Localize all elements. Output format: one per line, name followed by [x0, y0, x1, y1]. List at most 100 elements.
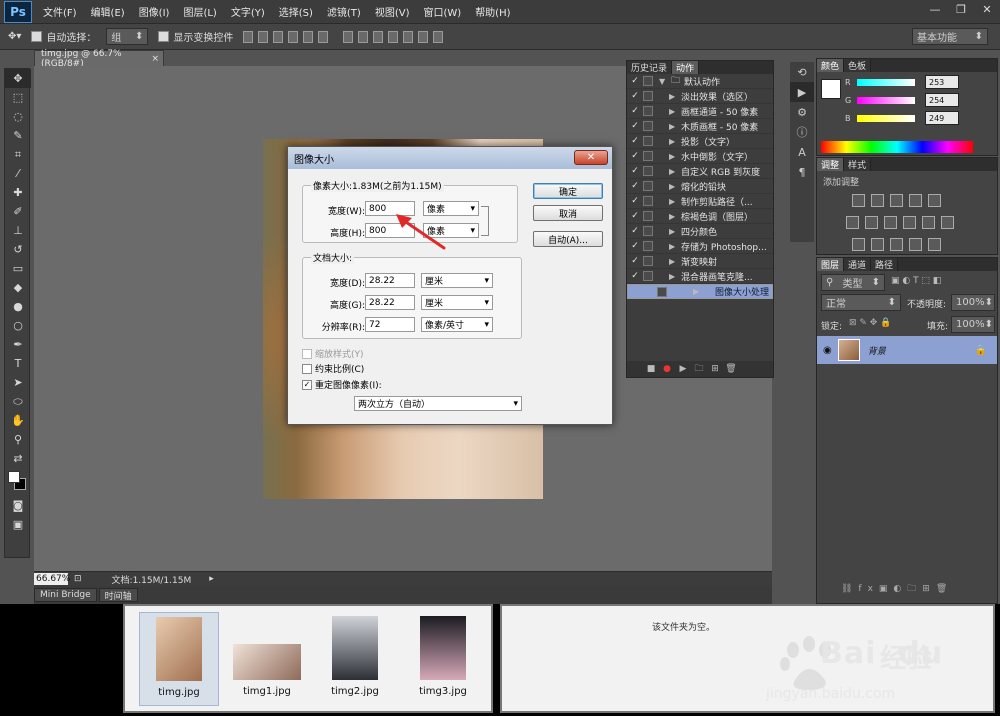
color-spectrum[interactable] — [821, 141, 973, 153]
photo-filter-icon[interactable] — [903, 216, 916, 229]
align-vcenter-icon[interactable] — [258, 30, 269, 43]
hand-tool-icon[interactable]: ✋ — [5, 411, 31, 430]
menu-layer[interactable]: 图层(L) — [176, 4, 223, 19]
align-right-icon[interactable] — [318, 30, 329, 43]
layer-kind-filter[interactable]: ⚲ 类型 ⬍ — [821, 274, 885, 291]
doc-width-unit-select[interactable]: 厘米 ▾ — [421, 273, 493, 288]
tab-channels[interactable]: 通道 — [844, 258, 872, 271]
action-item[interactable]: ✓ ▶ 渐变映射 — [627, 254, 773, 269]
bucket-tool-icon[interactable]: ◆ — [5, 278, 31, 297]
doc-height-input[interactable]: 28.22 — [365, 295, 415, 310]
check-icon[interactable]: ✓ — [627, 181, 643, 191]
action-item[interactable]: ✓ ▶ 棕褐色调（图层） — [627, 209, 773, 224]
action-item[interactable]: ✓ ▶ 水中倒影（文字） — [627, 149, 773, 164]
pen-tool-icon[interactable]: ✒ — [5, 335, 31, 354]
actions-icon[interactable]: ▶ — [790, 82, 814, 102]
chevron-right-icon[interactable]: ▶ — [669, 92, 681, 101]
tab-timeline[interactable]: 时间轴 — [98, 588, 138, 602]
close-button[interactable]: ✕ — [974, 0, 1000, 18]
record-icon[interactable]: ● — [659, 363, 675, 375]
b-value[interactable]: 249 — [925, 111, 959, 125]
foreground-color-swatch[interactable] — [821, 79, 841, 99]
action-item[interactable]: ✓ ▶ 制作剪贴路径（... — [627, 194, 773, 209]
menu-select[interactable]: 选择(S) — [272, 4, 320, 19]
type-tool-icon[interactable]: T — [5, 354, 31, 373]
menu-image[interactable]: 图像(I) — [132, 4, 177, 19]
distribute-left-icon[interactable] — [388, 30, 399, 43]
history-icon[interactable]: ⟲ — [790, 62, 814, 82]
curves-icon[interactable] — [890, 194, 903, 207]
vibrance-icon[interactable] — [928, 194, 941, 207]
distribute-right-icon[interactable] — [418, 30, 429, 43]
minimize-button[interactable]: — — [922, 0, 948, 18]
gradient-map-icon[interactable] — [909, 238, 922, 251]
color-swatch-icon[interactable] — [5, 468, 31, 496]
chevron-right-icon[interactable]: ▶ — [669, 242, 681, 251]
doc-info-icon[interactable]: ⊡ — [74, 574, 82, 584]
crop-tool-icon[interactable]: ⌗ — [5, 145, 31, 164]
eye-icon[interactable]: ◉ — [823, 345, 832, 356]
blend-mode-dropdown[interactable]: 正常 ⬍ — [821, 294, 901, 311]
dialog-toggle[interactable] — [643, 271, 653, 281]
scale-styles-checkbox[interactable] — [302, 348, 312, 359]
cancel-button[interactable]: 取消 — [533, 205, 603, 221]
chevron-right-icon[interactable]: ▶ — [669, 167, 681, 176]
action-item[interactable]: ✓ ▶ 自定义 RGB 到灰度 — [627, 164, 773, 179]
selective-color-icon[interactable] — [928, 238, 941, 251]
chevron-right-icon[interactable]: ▶ — [669, 212, 681, 221]
g-value[interactable]: 254 — [925, 93, 959, 107]
character-icon[interactable]: A — [790, 142, 814, 162]
menu-view[interactable]: 视图(V) — [368, 4, 417, 19]
lasso-tool-icon[interactable]: ◌ — [5, 107, 31, 126]
check-icon[interactable]: ✓ — [627, 196, 643, 206]
align-left-icon[interactable] — [288, 30, 299, 43]
distribute-hcenter-icon[interactable] — [403, 30, 414, 43]
posterize-icon[interactable] — [871, 238, 884, 251]
tab-swatches[interactable]: 色板 — [844, 59, 872, 72]
resolution-unit-select[interactable]: 像素/英寸 ▾ — [421, 317, 493, 332]
new-set-icon[interactable]: 🗀 — [691, 363, 707, 375]
check-icon[interactable]: ✓ — [627, 91, 643, 101]
dialog-toggle[interactable] — [643, 136, 653, 146]
chevron-right-icon[interactable]: ▶ — [669, 257, 681, 266]
swap-colors-icon[interactable]: ⇄ — [5, 449, 31, 468]
threshold-icon[interactable] — [890, 238, 903, 251]
zoom-level[interactable]: 66.67% — [34, 573, 70, 585]
check-icon[interactable]: ✓ — [627, 226, 643, 236]
resolution-input[interactable]: 72 — [365, 317, 415, 332]
menu-edit[interactable]: 编辑(E) — [84, 4, 132, 19]
dialog-toggle[interactable] — [643, 106, 653, 116]
tab-color[interactable]: 颜色 — [817, 59, 845, 72]
action-item[interactable]: ✓ ▶ 画框通道 - 50 像素 — [627, 104, 773, 119]
close-icon[interactable]: × — [151, 54, 159, 64]
dialog-toggle[interactable] — [643, 91, 653, 101]
action-item[interactable]: ✓ ▶ 熔化的铅块 — [627, 179, 773, 194]
thumbnail-timg[interactable]: timg.jpg — [139, 612, 219, 706]
levels-icon[interactable] — [871, 194, 884, 207]
thumbnail-timg3[interactable]: timg3.jpg — [403, 612, 483, 706]
quick-mask-icon[interactable]: ◙ — [5, 496, 31, 515]
thumbnail-timg1[interactable]: timg1.jpg — [227, 612, 307, 706]
chevron-right-icon[interactable]: ▶ — [669, 272, 681, 281]
brush-tool-icon[interactable]: ✐ — [5, 202, 31, 221]
doc-width-input[interactable]: 28.22 — [365, 273, 415, 288]
show-transform-toggle[interactable]: 显示变换控件 — [158, 29, 233, 44]
menu-filter[interactable]: 滤镜(T) — [320, 4, 368, 19]
bw-icon[interactable] — [884, 216, 897, 229]
chevron-right-icon[interactable]: ▶ — [669, 152, 681, 161]
trash-icon[interactable]: 🗑 — [723, 363, 739, 375]
restore-button[interactable]: ❐ — [948, 0, 974, 18]
new-action-icon[interactable]: ⊞ — [707, 363, 723, 375]
tab-history[interactable]: 历史记录 — [627, 61, 673, 74]
dialog-toggle[interactable] — [643, 211, 653, 221]
chevron-right-icon[interactable]: ▶ — [669, 137, 681, 146]
fill-field[interactable]: 100% ⬍ — [951, 316, 995, 333]
paragraph-icon[interactable]: ¶ — [790, 162, 814, 182]
stamp-tool-icon[interactable]: ⊥ — [5, 221, 31, 240]
check-icon[interactable]: ✓ — [627, 271, 643, 281]
dialog-toggle[interactable] — [643, 256, 653, 266]
ok-button[interactable]: 确定 — [533, 183, 603, 199]
zoom-tool-icon[interactable]: ⚲ — [5, 430, 31, 449]
b-slider[interactable] — [857, 114, 915, 122]
dialog-close-button[interactable]: ✕ — [574, 150, 608, 165]
